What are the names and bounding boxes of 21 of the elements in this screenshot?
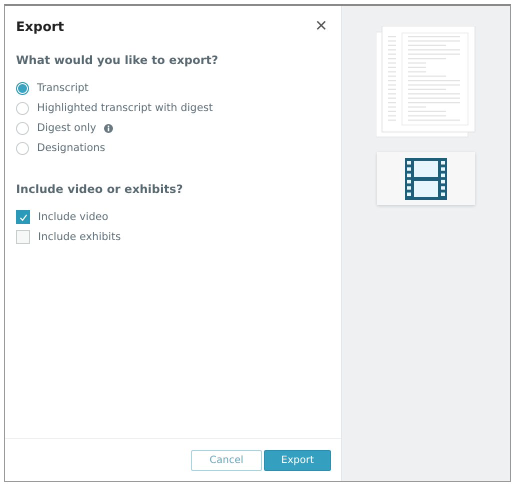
option-label: Include video [38,211,108,223]
option-label: Highlighted transcript with digest [37,102,213,114]
option-label: Include exhibits [38,231,121,243]
section-heading: Include video or exhibits? [16,182,184,196]
radio-button[interactable] [16,102,29,114]
film-icon [405,158,447,200]
option-label: Transcript [37,82,89,94]
close-button[interactable]: × [313,16,329,34]
radio-button[interactable] [16,82,29,94]
dialog-title: Export [16,19,64,35]
option-label: Designations [37,142,106,154]
document-icon [376,26,476,138]
checkbox[interactable] [16,210,30,224]
export-button[interactable]: Export [264,450,331,470]
option-label: Digest only [37,122,96,134]
radio-button[interactable] [16,142,29,154]
radio-button[interactable] [16,122,29,134]
cancel-button[interactable]: Cancel [191,450,262,470]
check-icon [18,212,28,222]
checkbox[interactable] [16,230,30,244]
section-heading: What would you like to export? [16,53,220,67]
